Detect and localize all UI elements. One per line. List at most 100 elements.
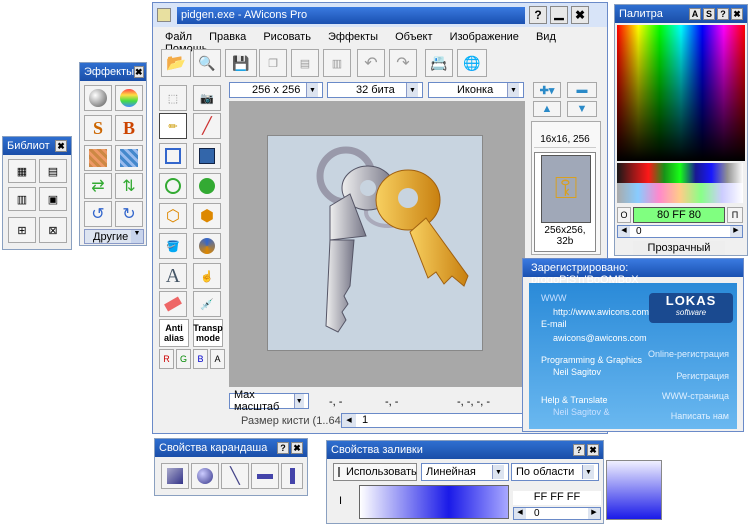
spin-left-icon[interactable]: ◀ [514,508,526,519]
close-icon[interactable]: ✖ [571,6,589,24]
flip-h-icon[interactable]: ⇄ [84,173,112,199]
zoom-select[interactable]: Max масштаб ▼ [229,389,309,413]
eyedropper-tool[interactable]: 💉 [193,291,221,317]
depth-select[interactable]: 32 бита ▼ [327,82,423,98]
filled-ellipse-tool[interactable] [193,173,221,199]
channel-b[interactable]: B [193,349,208,369]
select-tool[interactable]: ⬚ [159,85,187,111]
library-tool-1[interactable]: ▦ [8,159,36,183]
filled-rect-tool[interactable] [193,143,221,169]
help-icon[interactable]: ? [529,6,547,24]
library-tool-5[interactable]: ⊞ [8,217,36,243]
help-icon[interactable]: ? [573,444,585,456]
spin-right-icon[interactable]: ▶ [730,226,742,237]
menu-view[interactable]: Вид [536,31,556,43]
image-canvas[interactable] [267,135,483,351]
menu-file[interactable]: Файл [165,31,192,43]
rect-tool[interactable] [159,143,187,169]
palette-spin[interactable]: ◀ 0 ▶ [617,225,743,238]
color-spectrum[interactable] [617,25,745,161]
palette-a-icon[interactable]: A [689,8,701,20]
eraser-tool[interactable] [159,291,187,317]
pencil-vertical-shape[interactable] [281,463,303,489]
pencil-round-shape[interactable] [191,463,219,489]
www-page-link[interactable]: WWW-страница [662,391,729,401]
library-tool-4[interactable]: ▣ [39,187,67,211]
menu-image[interactable]: Изображение [450,31,519,43]
pencil-diagonal-shape[interactable]: ╲ [221,463,249,489]
thumb-256x256[interactable]: ⚿ 256x256, 32b [534,152,596,252]
spin-right-icon[interactable]: ▶ [588,508,600,519]
palette-p-button[interactable]: П [727,207,743,223]
zoom-button[interactable]: 🔍 [193,49,221,77]
menu-effects[interactable]: Эффекты [328,31,378,43]
pencil-tool[interactable]: ✏ [159,113,187,139]
anti-alias-toggle[interactable]: Anti alias [159,319,189,347]
library-tool-6[interactable]: ⊠ [39,217,67,243]
ellipse-tool[interactable] [159,173,187,199]
scroll-left-icon[interactable]: ◀ [342,414,356,427]
www-link[interactable]: http://www.awicons.com [553,307,649,317]
current-color[interactable]: 80 FF 80 [633,207,725,223]
move-up-button[interactable]: ▲ [533,101,561,117]
remove-format-button[interactable]: ▬ [567,82,597,98]
paste-button[interactable]: ▥ [323,49,351,77]
pencil-square-shape[interactable] [161,463,189,489]
library-button[interactable]: 📇 [425,49,453,77]
register-link[interactable]: Регистрация [676,371,729,381]
swatch-grid-2[interactable] [617,183,743,203]
spin-left-icon[interactable]: ◀ [618,226,630,237]
text-tool[interactable]: A [159,263,187,289]
effect-mosaic[interactable] [115,145,143,171]
online-register-link[interactable]: Online-регистрация [648,349,729,359]
thumb-16x16[interactable]: 16x16, 256 [534,128,596,148]
fill-type-select[interactable]: Линейная ▼ [421,463,509,481]
email-link[interactable]: awicons@awicons.com [553,333,647,343]
fill-area-select[interactable]: По области ▼ [511,463,599,481]
canvas-area[interactable] [229,101,525,387]
close-icon[interactable]: ✖ [291,442,303,454]
close-icon[interactable]: ✖ [134,66,144,78]
fill-gradient-preview[interactable] [359,485,509,519]
brush-size-slider[interactable]: ◀ 1 [341,413,529,428]
line-tool[interactable]: ╱ [193,113,221,139]
channel-g[interactable]: G [176,349,191,369]
effect-rainbow[interactable] [115,85,143,111]
menu-draw[interactable]: Рисовать [263,31,311,43]
close-icon[interactable]: ✖ [55,140,67,152]
channel-r[interactable]: R [159,349,174,369]
polygon-tool[interactable]: ⬡ [159,203,187,229]
redo-button[interactable]: ↷ [389,49,417,77]
smudge-tool[interactable]: ☝ [193,263,221,289]
fill-tool[interactable]: 🪣 [159,233,187,259]
transparent-mode-toggle[interactable]: Transp mode [193,319,223,347]
flip-v-icon[interactable]: ⇅ [115,173,143,199]
effect-sphere[interactable] [84,85,112,111]
size-select[interactable]: 256 x 256 ▼ [229,82,323,98]
write-us-link[interactable]: Написать нам [671,411,729,421]
rotate-left-icon[interactable]: ↺ [84,201,112,227]
menu-object[interactable]: Объект [395,31,432,43]
close-icon[interactable]: ✖ [587,444,599,456]
effect-b[interactable]: B [115,115,143,141]
menu-edit[interactable]: Правка [209,31,246,43]
help-icon[interactable]: ? [717,8,729,20]
effect-texture[interactable] [84,145,112,171]
help-icon[interactable]: ? [277,442,289,454]
rotate-right-icon[interactable]: ↻ [115,201,143,227]
open-button[interactable]: 📂 [161,49,191,77]
pencil-horizontal-shape[interactable] [251,463,279,489]
palette-s-icon[interactable]: S [703,8,715,20]
other-effects-dropdown[interactable]: Другие ▼ [84,229,144,244]
use-fill-checkbox[interactable]: Использовать [333,463,417,481]
channel-a[interactable]: A [210,349,225,369]
palette-o-button[interactable]: О [617,207,631,223]
copy-button[interactable]: ❐ [259,49,287,77]
effect-s[interactable]: S [84,115,112,141]
library-tool-2[interactable]: ▤ [39,159,67,183]
save-button[interactable]: 💾 [225,49,257,77]
camera-icon[interactable]: 📷 [193,85,221,111]
transparent-swatch[interactable]: Прозрачный [633,241,725,255]
move-down-button[interactable]: ▼ [567,101,597,117]
filled-polygon-tool[interactable]: ⬢ [193,203,221,229]
